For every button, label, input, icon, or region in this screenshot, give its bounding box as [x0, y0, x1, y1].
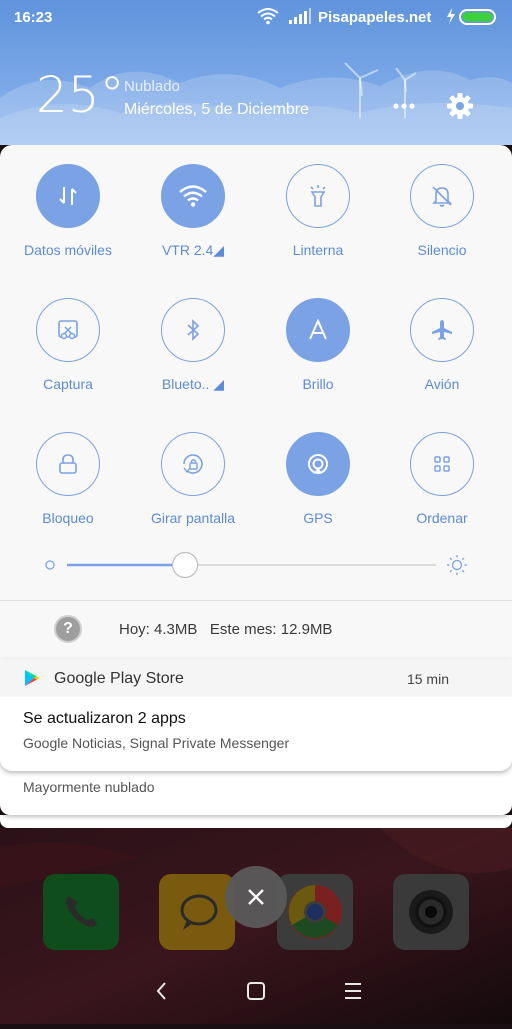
camera-lens-icon: [409, 890, 453, 934]
data-today: Hoy: 4.3MB: [119, 621, 198, 638]
tile-label: Ordenar: [416, 510, 468, 526]
auto-brightness-toggle[interactable]: [286, 298, 350, 362]
auto-brightness-icon: [309, 318, 327, 340]
charging-icon: [447, 8, 455, 24]
tile-label: Silencio: [417, 242, 467, 258]
quick-settings-panel: Datos móviles VTR 2.4◢ Linterna Silencio…: [0, 145, 512, 660]
camera-app-icon[interactable]: [393, 874, 469, 950]
tile-airplane[interactable]: Avión: [382, 298, 502, 392]
flashlight-icon: [310, 185, 326, 207]
wifi-toggle[interactable]: [161, 164, 225, 228]
gps-toggle[interactable]: [286, 432, 350, 496]
weather-condition: Nublado: [124, 78, 180, 95]
tile-label: Blueto.. ◢: [161, 376, 225, 392]
tile-wifi[interactable]: VTR 2.4◢: [133, 164, 253, 259]
screenshot-icon: [58, 320, 78, 340]
close-icon: [248, 889, 264, 905]
battery-icon: [459, 9, 496, 25]
notification-stack-edge: [0, 815, 512, 828]
tile-label: Captura: [43, 376, 93, 392]
notification-shade-header: 16:23 Pisapapeles.net 25° Nublado Miérco…: [0, 0, 512, 145]
phone-icon: [66, 896, 97, 927]
lock-toggle[interactable]: [36, 432, 100, 496]
data-usage-row[interactable]: ? Hoy: 4.3MB Este mes: 12.9MB: [0, 601, 512, 659]
tile-label: GPS: [303, 510, 333, 526]
notification-body: Google Noticias, Signal Private Messenge…: [23, 735, 290, 751]
temperature: 25°: [36, 66, 125, 124]
lock-icon: [59, 454, 77, 474]
grid-icon: [434, 456, 450, 472]
airplane-toggle[interactable]: [410, 298, 474, 362]
wifi-icon: [257, 8, 279, 25]
date-label: Miércoles, 5 de Diciembre: [124, 101, 309, 118]
airplane-icon: [432, 320, 452, 340]
home-button[interactable]: [245, 980, 267, 1002]
sort-toggle[interactable]: [410, 432, 474, 496]
mobile-data-icon: [59, 187, 77, 205]
tile-sort[interactable]: Ordenar: [382, 432, 502, 526]
brightness-slider[interactable]: [0, 550, 512, 580]
status-time: 16:23: [14, 9, 53, 26]
menu-button[interactable]: [343, 980, 363, 1002]
notification-play-store[interactable]: Google Play Store 15 min Se actualizaron…: [0, 659, 512, 771]
tile-lock[interactable]: Bloqueo: [8, 432, 128, 526]
tile-mobile-data[interactable]: Datos móviles: [8, 164, 128, 258]
chrome-app-icon[interactable]: [277, 874, 353, 950]
notification-title: Se actualizaron 2 apps: [23, 710, 186, 727]
data-usage-text: Hoy: 4.3MB Este mes: 12.9MB: [119, 621, 332, 638]
tile-flashlight[interactable]: Linterna: [258, 164, 378, 258]
rotate-toggle[interactable]: [161, 432, 225, 496]
notification-time: 15 min: [406, 671, 449, 687]
tile-brightness[interactable]: Brillo: [258, 298, 378, 392]
screenshot-toggle[interactable]: [36, 298, 100, 362]
mobile-data-toggle[interactable]: [36, 164, 100, 228]
notification-header: Google Play Store 15 min: [0, 659, 512, 697]
messages-app-icon[interactable]: [159, 874, 235, 950]
chrome-icon: [288, 885, 342, 939]
brightness-thumb[interactable]: [171, 551, 199, 579]
tile-label: VTR 2.4◢: [161, 242, 225, 258]
tile-label: Linterna: [292, 242, 344, 258]
notification-body: Mayormente nublado: [23, 779, 155, 795]
bell-off-icon: [432, 186, 452, 207]
silent-toggle[interactable]: [410, 164, 474, 228]
tile-label: Avión: [424, 376, 460, 392]
tile-label: Brillo: [302, 376, 334, 392]
close-button[interactable]: [225, 866, 287, 928]
tile-label: Datos móviles: [24, 242, 112, 258]
bluetooth-icon: [187, 319, 200, 341]
tile-rotate[interactable]: Girar pantalla: [133, 432, 253, 526]
more-dots-icon[interactable]: [392, 94, 416, 118]
status-bar: 16:23 Pisapapeles.net: [0, 0, 512, 36]
tile-label: Bloqueo: [42, 510, 94, 526]
bluetooth-toggle[interactable]: [161, 298, 225, 362]
carrier-name: Pisapapeles.net: [318, 9, 432, 26]
back-button[interactable]: [152, 980, 172, 1002]
wifi-icon: [179, 185, 207, 207]
message-bubble-icon: [180, 894, 218, 930]
phone-app-icon[interactable]: [43, 874, 119, 950]
brightness-high-icon: [447, 555, 467, 575]
tile-silent[interactable]: Silencio: [382, 164, 502, 258]
help-icon[interactable]: ?: [54, 615, 82, 643]
tile-gps[interactable]: GPS: [258, 432, 378, 526]
play-store-icon: [25, 670, 40, 686]
brightness-slider-track[interactable]: [0, 550, 512, 580]
flashlight-toggle[interactable]: [286, 164, 350, 228]
notification-app-name: Google Play Store: [54, 670, 184, 687]
tile-screenshot[interactable]: Captura: [8, 298, 128, 392]
signal-icon: [289, 8, 311, 24]
tile-label: Girar pantalla: [150, 510, 236, 526]
rotate-lock-icon: [183, 454, 203, 474]
gear-icon[interactable]: [446, 92, 474, 120]
navigation-bar: [0, 960, 512, 1024]
data-month: Este mes: 12.9MB: [209, 621, 333, 638]
gps-icon: [308, 454, 328, 474]
brightness-low-icon: [45, 560, 55, 570]
tile-bluetooth[interactable]: Blueto.. ◢: [133, 298, 253, 393]
